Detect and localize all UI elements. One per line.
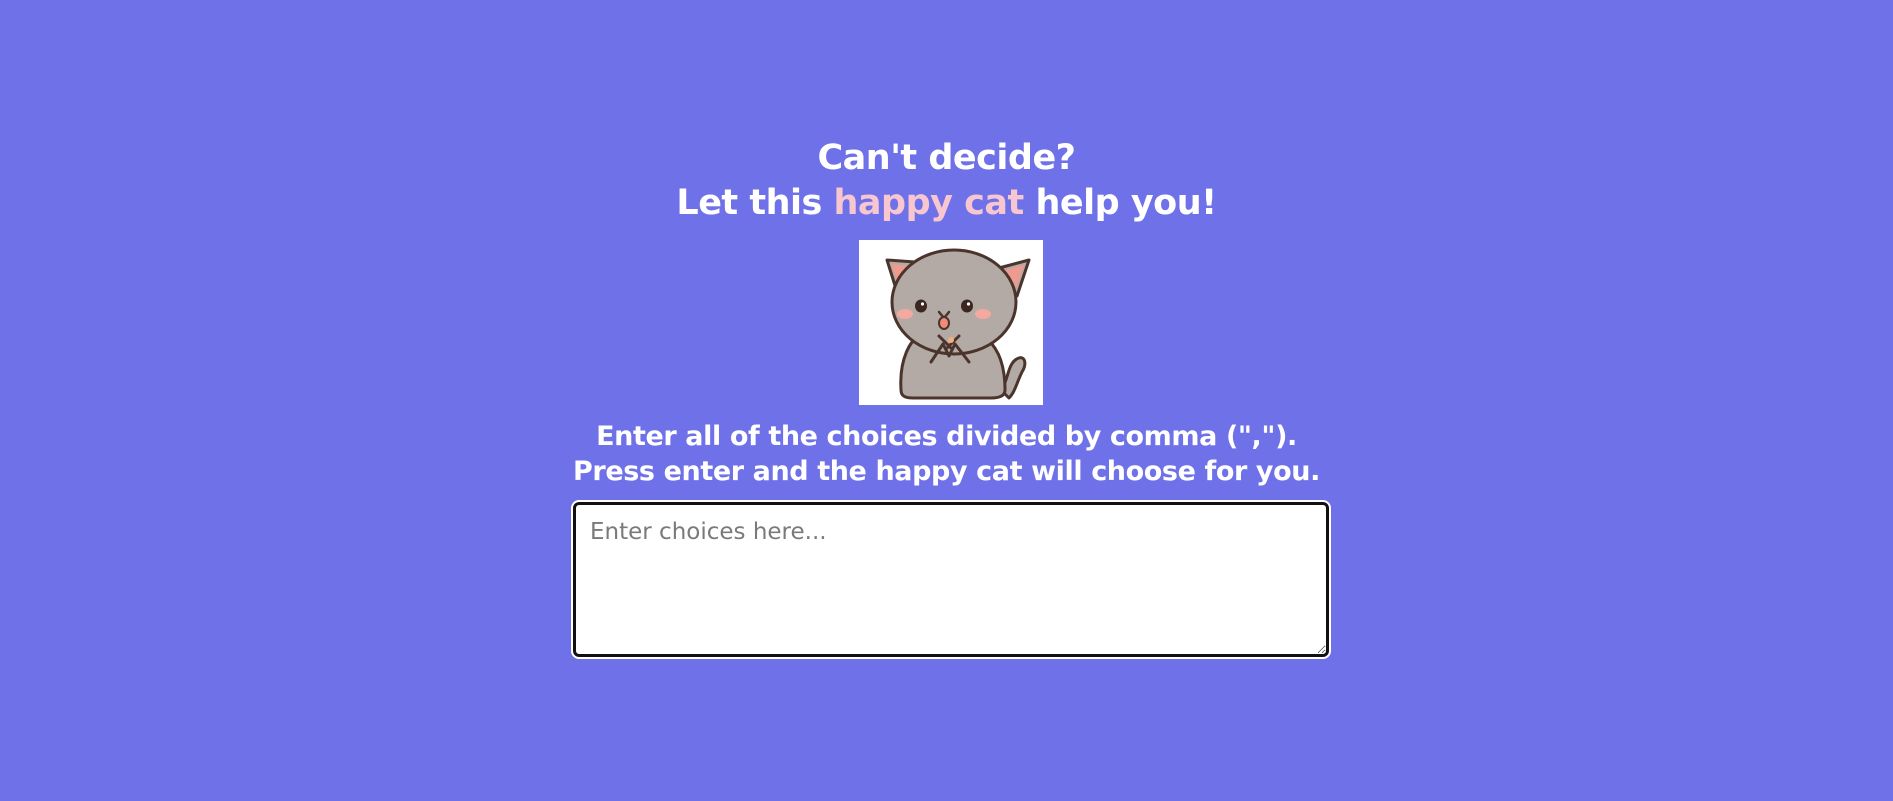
page: Can't decide? Let this happy cat help yo… [0, 0, 1893, 801]
title-tagline-suffix: help you! [1023, 183, 1217, 223]
instructions-line-1: Enter all of the choices divided by comm… [596, 421, 1297, 452]
title-tagline: Let this happy cat help you! [0, 181, 1893, 226]
title-question: Can't decide? [817, 138, 1076, 178]
happy-cat-image [859, 240, 1043, 405]
happy-cat-icon [885, 248, 1031, 400]
title-tagline-prefix: Let this [676, 183, 834, 223]
choices-input[interactable] [571, 500, 1331, 659]
page-title: Can't decide? Let this happy cat help yo… [0, 136, 1893, 226]
instructions-line-2: Press enter and the happy cat will choos… [573, 456, 1320, 487]
instructions: Enter all of the choices divided by comm… [0, 419, 1893, 489]
title-accent: happy cat [833, 183, 1025, 223]
